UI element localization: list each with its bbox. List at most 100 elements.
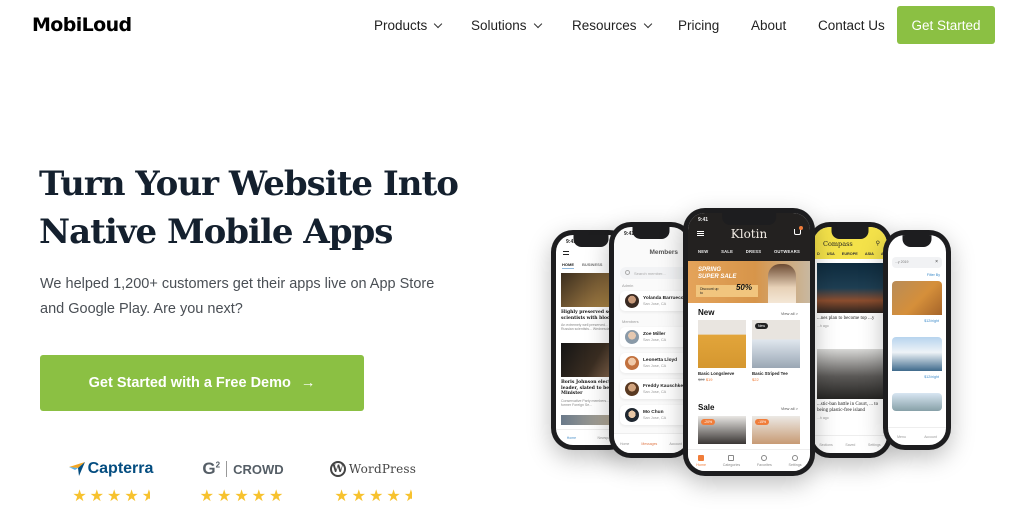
get-started-button[interactable]: Get Started (897, 6, 995, 44)
chevron-down-icon (533, 19, 542, 28)
star-icon: ★ (334, 488, 352, 505)
phone-members-app: 9:41 Members Search member... Admin Yola… (609, 222, 693, 458)
product-image: -15% (752, 416, 800, 444)
hero-subtext: We helped 1,200+ customers get their app… (40, 276, 435, 317)
star-icon: ★ (216, 488, 235, 505)
wordpress-logo: W WordPress (318, 458, 428, 480)
banner-model-image (768, 264, 796, 303)
headline-line-1: Turn Your Website Into (39, 164, 459, 204)
cart-icon (794, 226, 803, 235)
listing-image (892, 337, 942, 371)
listing-search: ...y 2019 × (892, 257, 942, 268)
avatar (625, 382, 639, 396)
star-icon: ★ (269, 488, 287, 505)
product-image: -20% (698, 416, 746, 444)
product-image (698, 320, 746, 368)
star-icon: ★ (107, 488, 125, 505)
free-demo-button[interactable]: Get Started with a Free Demo → (40, 355, 364, 411)
star-icon: ★ (89, 488, 107, 505)
member-row: Yolanda Barrueco San Jose, CA (620, 291, 688, 311)
star-icon: ★ (234, 488, 252, 505)
listing-image (892, 393, 942, 411)
article-image (817, 263, 883, 313)
heart-icon (761, 454, 768, 461)
review-g2-crowd[interactable]: G2 CROWD ★★★★★ (188, 458, 298, 506)
hero-headline: Turn Your Website Into Native Mobile App… (39, 160, 459, 256)
categories-icon (728, 454, 735, 461)
member-row: Leonetta Lloyd San Jose, CA (620, 353, 688, 373)
avatar (625, 294, 639, 308)
capterra-logo: Capterra (56, 458, 166, 480)
tab-business: BUSINESS (582, 262, 603, 267)
product-image: New (752, 320, 800, 368)
chevron-down-icon (643, 19, 652, 28)
listing-card (892, 393, 942, 411)
avatar (625, 408, 639, 422)
star-icon: ★ (199, 488, 217, 505)
star-rating: ★★★★★ (318, 486, 428, 506)
star-icon: ★ (386, 488, 404, 505)
wordpress-name: WordPress (348, 462, 417, 476)
nav-solutions[interactable]: Solutions (471, 18, 542, 33)
member-row: Freddy Kauschke San Jose, CA (620, 379, 688, 399)
listing-card: $12/night (892, 281, 942, 327)
tab-home: HOME (562, 262, 574, 269)
star-icon: ★ (124, 488, 142, 505)
star-icon: ★ (72, 488, 90, 505)
compass-logo: Compass (823, 240, 853, 248)
avatar (625, 330, 639, 344)
nav-products[interactable]: Products (374, 18, 443, 33)
headline-line-2: Native Mobile Apps (39, 212, 393, 252)
star-icon: ★ (251, 488, 270, 505)
phone-compass-app: Compass ⚲ D USA EUROPE ASIA AFR ...nes p… (808, 222, 892, 458)
arrow-right-icon: → (300, 375, 316, 391)
review-wordpress[interactable]: W WordPress ★★★★★ (318, 458, 428, 506)
half-star-icon: ★ (404, 486, 412, 506)
top-navigation: MobiLoud Products Solutions Resources Pr… (0, 0, 1024, 52)
status-time: 9:41 (624, 231, 635, 237)
review-capterra[interactable]: Capterra ★★★★★ (56, 458, 166, 506)
phone-listings-app: ...y 2019 × Filter By $12/night $12/nigh… (883, 230, 951, 450)
news-article: ...nes plan to become top ...y ...h ago (817, 263, 883, 328)
news-article: ...stic-ban battle in Court, ... to bein… (817, 349, 883, 420)
free-demo-label: Get Started with a Free Demo (88, 375, 291, 391)
star-icon: ★ (351, 488, 369, 505)
close-icon: × (935, 259, 938, 265)
status-time: 9:41 (698, 217, 709, 223)
nav-pricing[interactable]: Pricing (678, 18, 719, 33)
capterra-arrow-icon (68, 462, 85, 476)
star-rating: ★★★★★ (188, 486, 298, 506)
mobiloud-logo[interactable]: MobiLoud (32, 14, 132, 36)
nav-about[interactable]: About (751, 18, 786, 33)
phone-klotin-app: 9:41 Klotin NEW SALE DRESS OUTWEARS SPRI… (683, 208, 815, 476)
gear-icon (792, 454, 799, 461)
status-time: 9:41 (566, 239, 577, 245)
member-row: Mo Chun San Jose, CA (620, 405, 688, 425)
wordpress-icon: W (329, 461, 346, 477)
capterra-name: Capterra (87, 460, 154, 477)
listing-card: $12/night (892, 337, 942, 383)
star-icon: ★ (369, 488, 387, 505)
g2-crowd-logo: G2 CROWD (188, 458, 298, 480)
nav-solutions-label: Solutions (471, 18, 527, 33)
star-rating: ★★★★★ (56, 486, 166, 506)
members-title: Members (649, 249, 678, 256)
crowd-word: CROWD (233, 461, 284, 477)
avatar (625, 356, 639, 370)
search-icon (625, 270, 630, 275)
article-image (817, 349, 883, 399)
bottom-tab-bar: Home Categories Favorites Settings (688, 449, 810, 471)
g2-mark: G2 (202, 459, 221, 478)
half-star-icon: ★ (142, 486, 150, 506)
search-icon: ⚲ (875, 241, 880, 247)
divider (226, 461, 228, 477)
home-icon (698, 454, 705, 461)
member-row: Zoe Miller San Jose, CA (620, 327, 688, 347)
nav-resources[interactable]: Resources (572, 18, 652, 33)
menu-icon (563, 251, 569, 255)
nav-resources-label: Resources (572, 18, 637, 33)
chevron-down-icon (434, 19, 443, 28)
klotin-logo: Klotin (730, 227, 768, 241)
sale-banner: SPRING SUPER SALE Discount up to 50% (688, 261, 810, 303)
nav-contact-us[interactable]: Contact Us (818, 18, 885, 33)
